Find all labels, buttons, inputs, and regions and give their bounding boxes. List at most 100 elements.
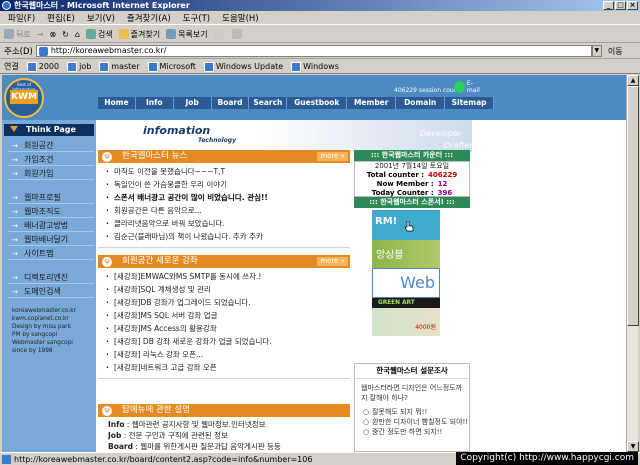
sidebar-item-org-chart[interactable]: 웹마조직도 xyxy=(8,206,94,218)
sponsor-ad-ensemble[interactable]: 앙상블 xyxy=(372,240,440,268)
go-button[interactable]: 이동 xyxy=(608,46,623,57)
print-button[interactable] xyxy=(231,29,244,39)
news-item[interactable]: 김순근(블래마님)의 책이 나왔습니다. 추카 추카 xyxy=(106,231,350,243)
sidebar-item-banner-ad[interactable]: 배너광고방법 xyxy=(8,220,94,232)
search-icon xyxy=(85,29,96,39)
lecture-item[interactable]: [새강좌]네트워크 고급 강좌 오픈 xyxy=(106,362,350,374)
survey-option[interactable]: 중간 정도만 하면 되지!! xyxy=(355,427,469,437)
menu-tools[interactable]: 도구(T) xyxy=(183,12,210,24)
menuinfo-section-header: Ψ 탑메뉴에 관한 설명 xyxy=(98,404,350,417)
news-item[interactable]: 독일인이 쓴 가슴뭉클한 우리 이야기 xyxy=(106,179,350,191)
links-label: 연결 xyxy=(4,62,19,71)
sidebar-item-directory-engine[interactable]: 디렉토리엔진 xyxy=(8,272,94,284)
menuinfo-icon: Ψ xyxy=(102,406,112,416)
nav-member[interactable]: Member xyxy=(347,97,397,109)
menu-favorites[interactable]: 즐겨찾기(A) xyxy=(127,12,171,24)
menuinfo-row: Info : 웹마관련 공지사항 및 웹마정보.인터넷정보 xyxy=(108,420,266,429)
lecture-item[interactable]: [새강좌]SQL 계체생성 및 관리 xyxy=(106,284,350,296)
survey-box: 한국웹마스터 설문조사 웹마스터라면 디자인은 어느정도까지 잘해야 하나? 잘… xyxy=(354,363,470,452)
sponsor-ad-green-art[interactable]: GREEN ART SCHOOL xyxy=(372,298,440,316)
sponsor-ad-price[interactable]: 4000원 xyxy=(372,308,440,336)
maximize-button[interactable]: □ xyxy=(615,1,626,10)
menu-bar: 파일(F) 편집(E) 보기(V) 즐겨찾기(A) 도구(T) 도움말(H) xyxy=(0,11,640,25)
back-arrow-icon xyxy=(4,29,14,39)
lecture-item[interactable]: [새강좌]MS SQL 서버 강좌 업글 xyxy=(106,310,350,322)
sidebar-head: Think Page xyxy=(4,124,94,136)
link-windows[interactable]: Windows xyxy=(291,62,339,72)
site-header: Best of Information KWM 406229 session c… xyxy=(2,75,626,120)
link-master[interactable]: master xyxy=(99,62,139,72)
sidebar-item-signup[interactable]: 회원가입 xyxy=(8,168,94,180)
lecture-item[interactable]: [새강좌]EMWAC와MS SMTP를 동시에 쓰자.! xyxy=(106,271,350,283)
sidebar-item-profile[interactable]: 웹마프로필 xyxy=(8,192,94,204)
link-job[interactable]: job xyxy=(67,62,91,72)
news-icon: Ψ xyxy=(102,152,112,162)
nav-sitemap[interactable]: Sitemap xyxy=(445,97,495,109)
scroll-thumb[interactable] xyxy=(627,86,639,326)
refresh-button[interactable]: ↻ xyxy=(62,30,69,39)
news-item[interactable]: 마직도 이전을 못했습니다~~~T,T xyxy=(106,166,350,178)
news-item[interactable]: 클라리넷음악으로 바꿔 보았습니다. xyxy=(106,218,350,230)
nav-job[interactable]: Job xyxy=(174,97,212,109)
sidebar-item-sitemap[interactable]: 사이트맵 xyxy=(8,248,94,260)
menu-view[interactable]: 보기(V) xyxy=(87,12,115,24)
favorites-button[interactable]: 즐겨찾기 xyxy=(118,29,160,40)
survey-option[interactable]: 완만한 디자이너 뺨칠정도 되야!! xyxy=(355,417,469,427)
links-bar: 연결 2000 job master Microsoft Windows Upd… xyxy=(0,60,640,74)
history-icon xyxy=(166,29,177,39)
search-button[interactable]: 검색 xyxy=(85,29,113,40)
lecture-item[interactable]: [새강좌]MS Access의 활용강좌 xyxy=(106,323,350,335)
news-more-link[interactable]: more » xyxy=(317,152,348,161)
nav-home[interactable]: Home xyxy=(98,97,136,109)
nav-guestbook[interactable]: Guestbook xyxy=(287,97,348,109)
divider xyxy=(98,247,350,248)
stop-button[interactable]: ⊗ xyxy=(49,30,56,39)
top-nav: Home Info Job Board Search Guestbook Mem… xyxy=(98,97,495,109)
kwm-logo[interactable]: Best of Information KWM xyxy=(4,78,44,118)
nav-search[interactable]: Search xyxy=(249,97,288,109)
mail-icon xyxy=(213,29,224,39)
email-button[interactable]: E-mail xyxy=(454,80,484,94)
divider xyxy=(98,378,350,379)
sidebar-item-member-space[interactable]: 회원공간 xyxy=(8,140,94,152)
menu-file[interactable]: 파일(F) xyxy=(8,12,35,24)
link-microsoft[interactable]: Microsoft xyxy=(148,62,196,72)
address-dropdown[interactable]: ▼ xyxy=(591,45,602,57)
vertical-scrollbar[interactable]: ▲ ▼ xyxy=(626,75,639,452)
sidebar-item-domain-search[interactable]: 도메인검색 xyxy=(8,286,94,298)
menu-help[interactable]: 도움말(H) xyxy=(222,12,258,24)
scroll-down-arrow-icon[interactable]: ▼ xyxy=(627,441,639,452)
sidebar-item-join-terms[interactable]: 가입조건 xyxy=(8,154,94,166)
counter-header: ::: 한국웹마스터 카운터 ::: xyxy=(354,150,470,161)
nav-domain[interactable]: Domain xyxy=(396,97,446,109)
sponsor-header: ::: 한국웹마스터 스폰서! ::: xyxy=(354,197,470,208)
home-button[interactable]: ⌂ xyxy=(75,30,80,39)
nav-board[interactable]: Board xyxy=(212,97,250,109)
news-item[interactable]: 스폰서 배너광고 공간이 많이 비었습니다. 관심!! xyxy=(106,192,350,204)
lecture-item[interactable]: [새강좌]DB 강좌가 업그레이드 되었습니다. xyxy=(106,297,350,309)
minimize-button[interactable]: _ xyxy=(603,1,614,10)
sponsor-ad-web[interactable]: Web xyxy=(372,268,440,298)
back-button[interactable]: 뒤로 xyxy=(4,29,31,40)
web-page: Best of Information KWM 406229 session c… xyxy=(2,75,626,452)
scroll-up-arrow-icon[interactable]: ▲ xyxy=(627,75,639,86)
link-windows-update[interactable]: Windows Update xyxy=(204,62,283,72)
link-2000[interactable]: 2000 xyxy=(27,62,59,72)
toolbar: 뒤로 → ⊗ ↻ ⌂ 검색 즐겨찾기 목록보기 xyxy=(0,26,640,43)
lecture-more-link[interactable]: more » xyxy=(317,257,348,266)
news-section-header: Ψ 한국웹마스터 뉴스 more » xyxy=(98,150,350,163)
browser-window: 한국웹마스터 - Microsoft Internet Explorer _ □… xyxy=(0,0,640,465)
mail-button[interactable] xyxy=(213,29,226,39)
news-item[interactable]: 회원공간은 다른 음악으로... xyxy=(106,205,350,217)
history-button[interactable]: 목록보기 xyxy=(166,29,208,40)
lecture-item[interactable]: [새강좌] 리눅스 강좌 오픈... xyxy=(106,349,350,361)
forward-button[interactable]: → xyxy=(37,30,44,39)
menu-edit[interactable]: 편집(E) xyxy=(47,12,75,24)
close-button[interactable]: × xyxy=(627,1,638,10)
nav-info[interactable]: Info xyxy=(136,97,174,109)
survey-option[interactable]: 잘못해도 되지 뭐!! xyxy=(355,407,469,417)
address-input[interactable]: http://koreawebmaster.co.kr/ xyxy=(35,45,592,57)
menuinfo-row: Board : 웹마를 위한게시판 질문과답 음악게시판 등등 xyxy=(108,442,281,451)
lecture-item[interactable]: [새강좌] DB 강좌 새로운 강좌가 업글 되었습니다. xyxy=(106,336,350,348)
sidebar-item-banner-link[interactable]: 웹마배너달기 xyxy=(8,234,94,246)
